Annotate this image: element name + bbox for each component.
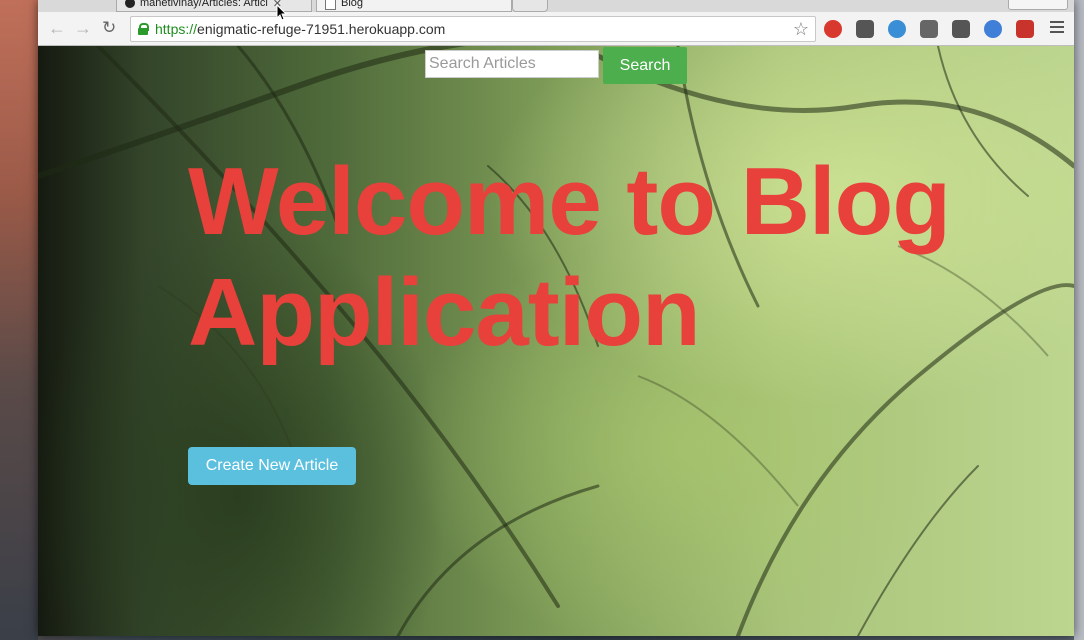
page-icon — [325, 0, 336, 10]
globe-icon[interactable] — [888, 20, 906, 38]
address-bar[interactable]: https://enigmatic-refuge-71951.herokuapp… — [130, 16, 816, 42]
menu-icon[interactable] — [1050, 21, 1064, 36]
desktop-background-left — [0, 0, 38, 640]
new-tab-button[interactable] — [512, 0, 548, 12]
star-icon[interactable]: ☆ — [793, 19, 809, 40]
profile-button[interactable] — [1008, 0, 1068, 10]
evernote-icon[interactable] — [920, 20, 938, 38]
reload-icon[interactable]: ↻ — [102, 19, 116, 37]
forward-icon[interactable]: → — [74, 19, 92, 37]
adblock-icon[interactable] — [824, 20, 842, 38]
desktop-background-right — [1074, 0, 1084, 640]
lightbulb-icon[interactable] — [952, 20, 970, 38]
url-host: enigmatic-refuge-71951.herokuapp.com — [197, 21, 446, 37]
tab-title: Blog — [341, 0, 364, 9]
extension-icon[interactable] — [1016, 20, 1034, 38]
send-icon[interactable] — [984, 20, 1002, 38]
create-article-button[interactable]: Create New Article — [188, 447, 356, 485]
page-title: Welcome to Blog Application — [188, 148, 951, 366]
browser-toolbar: ← → ↻ https://enigmatic-refuge-71951.her… — [38, 12, 1074, 46]
url-text[interactable]: https://enigmatic-refuge-71951.herokuapp… — [155, 21, 445, 37]
mouse-cursor-icon — [276, 4, 288, 21]
page-content: Search Welcome to Blog Application Creat… — [38, 46, 1074, 636]
back-icon[interactable]: ← — [48, 19, 66, 37]
url-scheme: https:// — [155, 21, 198, 37]
lock-icon — [138, 23, 149, 35]
search-button[interactable]: Search — [603, 47, 687, 84]
tab-strip: manetivinay/Articles: Articl ✕ Blog — [38, 0, 1074, 12]
tab-blog[interactable]: Blog — [316, 0, 512, 12]
browser-window: manetivinay/Articles: Articl ✕ Blog ← → … — [38, 0, 1074, 636]
search-input[interactable] — [425, 50, 599, 78]
pocket-icon[interactable] — [856, 20, 874, 38]
tab-title: manetivinay/Articles: Articl — [140, 0, 268, 9]
github-icon — [125, 0, 135, 8]
